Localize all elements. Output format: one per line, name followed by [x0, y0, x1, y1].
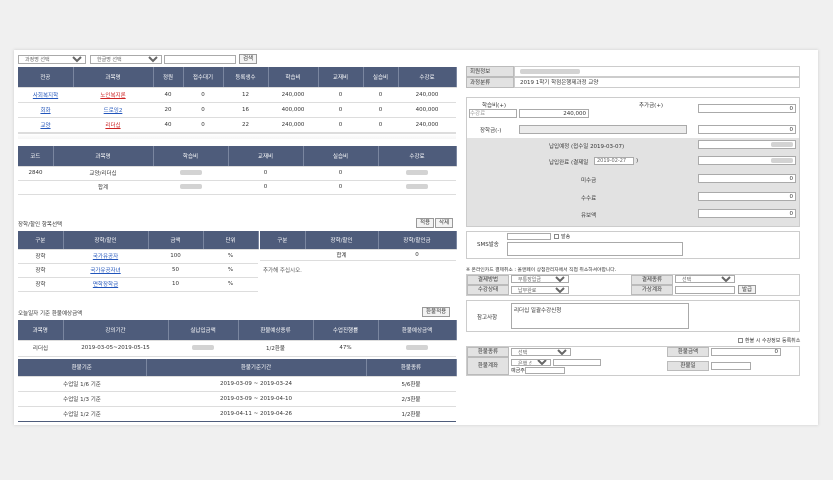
table-row: 수업일 1/2 기준 2019-04-11 ~ 2019-04-26 1/2환불 [18, 406, 456, 422]
table-row: 수업일 1/3 기준 2019-03-09 ~ 2019-04-10 2/3환불 [18, 391, 456, 407]
discount-link[interactable]: 면학장학금 [63, 277, 148, 292]
course-table: 전공 과목명 정원 접수대기 등록생수 학습비 교재비 실습비 수강료 사회복지… [18, 67, 457, 133]
total-row: 합계 0 0 [18, 180, 456, 195]
unpaid-field[interactable]: 0 [698, 174, 796, 183]
redacted-value [179, 184, 202, 189]
redacted-value [406, 345, 428, 350]
col-book: 교재비 [318, 67, 364, 88]
refund-standard-table: 환불기준 환불기준기간 환불종류 수업일 1/6 기준 2019-03-09 ~… [18, 359, 457, 422]
discount-applied-table: 구분 장학/할인 장학/할인금 합계 0 [260, 231, 457, 261]
pay-kind-select[interactable]: 선택 [675, 275, 735, 283]
member-info [514, 66, 800, 77]
discount-link[interactable]: 국가유공자녀 [63, 263, 148, 278]
refund-amount-field[interactable]: 0 [711, 348, 781, 356]
col-cap: 정원 [153, 67, 184, 88]
sms-phone-input[interactable] [507, 233, 551, 240]
discount-section-title: 장학/할인 항목선택 [18, 222, 63, 228]
redacted-value [520, 69, 580, 74]
redacted-value [406, 170, 428, 175]
scholar-bar-field [519, 125, 687, 134]
refund-estimate-table: 과목명 강의기간 실납입금액 환불예상종류 수업진행률 환불예상금액 리더십 2… [18, 320, 457, 357]
subject-link[interactable]: 드로잉2 [73, 102, 153, 118]
page: 과정명 선택 한글명 선택 검색 전공 과목명 정원 접수대기 등록생수 학습비… [14, 50, 818, 425]
virtual-account-input[interactable] [675, 286, 735, 294]
redacted-value [771, 142, 793, 147]
course-group-select[interactable]: 과정명 선택 [18, 55, 86, 64]
commission-field[interactable]: 0 [698, 192, 796, 201]
subject-link[interactable]: 리더십 [73, 117, 153, 133]
due-amount-field[interactable] [698, 140, 796, 149]
col-tuition: 수강료 [398, 67, 457, 88]
table-row[interactable]: 회화 드로잉2 20 0 16 400,000 0 0 400,000 [18, 102, 456, 118]
paid-amount-field[interactable] [698, 156, 796, 165]
delete-button[interactable]: 삭제 [435, 218, 454, 228]
search-input[interactable] [164, 55, 236, 64]
major-link[interactable]: 회화 [18, 102, 73, 118]
table-scroll-overflow[interactable] [18, 133, 456, 139]
col-wait: 접수대기 [183, 67, 224, 88]
status-select[interactable]: 납부완료 [511, 286, 569, 294]
paid-date-field[interactable]: 2019-02-27 [594, 157, 634, 165]
redacted-value [406, 184, 428, 189]
scholar-field[interactable]: 0 [698, 125, 796, 134]
fee-field[interactable]: 240,000 [519, 109, 589, 118]
bank-select[interactable]: 은행 선택 [511, 359, 551, 366]
table-row: 2840 교양/리더십 0 0 [18, 166, 456, 181]
table-row: 리더십 2019-03-05~2019-05-15 1/2환불 47% [18, 340, 456, 357]
pay-method-select[interactable]: 무통장입금 [511, 275, 569, 283]
selected-course-table: 코드 과목명 학습비 교재비 실습비 수강료 2840 교양/리더십 0 0 합… [18, 146, 457, 195]
refund-account-input[interactable] [553, 359, 601, 366]
refund-date-input[interactable] [711, 362, 751, 370]
table-row[interactable]: 장학 면학장학금 10 % [18, 277, 258, 292]
issue-button[interactable]: 발급 [738, 285, 757, 294]
search-button[interactable]: 검색 [239, 54, 258, 64]
reserve-field[interactable]: 0 [698, 209, 796, 218]
course-category: 2019 1학기 학점은행제과정 교양 [514, 77, 800, 88]
major-link[interactable]: 교양 [18, 117, 73, 133]
subject-link[interactable]: 노인복지론 [73, 87, 153, 103]
redacted-value [192, 345, 214, 350]
apply-button[interactable]: 적용 [416, 218, 435, 228]
table-row: 수업일 1/6 기준 2019-03-09 ~ 2019-03-24 5/6환불 [18, 376, 456, 392]
col-reg: 등록생수 [223, 67, 269, 88]
fee-sub-field[interactable]: 수강료 [469, 109, 517, 118]
table-row[interactable]: 장학 국가유공자 100 % [18, 249, 258, 264]
redacted-value [179, 170, 202, 175]
table-row[interactable]: 교양 리더십 40 0 22 240,000 0 0 240,000 [18, 117, 456, 133]
col-subject: 과목명 [73, 67, 154, 88]
refund-cancel-checkbox[interactable] [738, 338, 743, 343]
refund-section-title: 오늘일자 기준 환불예상금액 [18, 311, 83, 317]
refund-apply-button[interactable]: 환불적용 [422, 307, 451, 317]
sms-checkbox[interactable] [554, 234, 559, 239]
account-holder-input[interactable] [525, 367, 565, 374]
sms-message-input[interactable] [507, 242, 683, 256]
col-fee: 학습비 [268, 67, 319, 88]
table-row[interactable]: 장학 국가유공자녀 50 % [18, 263, 258, 278]
col-lab: 실습비 [363, 67, 399, 88]
discount-link[interactable]: 국가유공자 [63, 249, 148, 264]
col-major: 전공 [18, 67, 74, 88]
course-select[interactable]: 한글명 선택 [90, 55, 162, 64]
discount-option-table: 구분 장학/할인 금액 단위 장학 국가유공자 100 % 장학 국가유공자녀 … [18, 231, 259, 292]
refund-kind-select[interactable]: 선택 [511, 348, 571, 356]
major-link[interactable]: 사회복지학 [18, 87, 73, 103]
add-amount-field[interactable]: 0 [698, 104, 796, 113]
table-row[interactable]: 사회복지학 노인복지론 40 0 12 240,000 0 0 240,000 [18, 87, 456, 103]
redacted-value [771, 158, 793, 163]
memo-textarea[interactable]: 리더십 일괄수강신청 [511, 303, 689, 329]
